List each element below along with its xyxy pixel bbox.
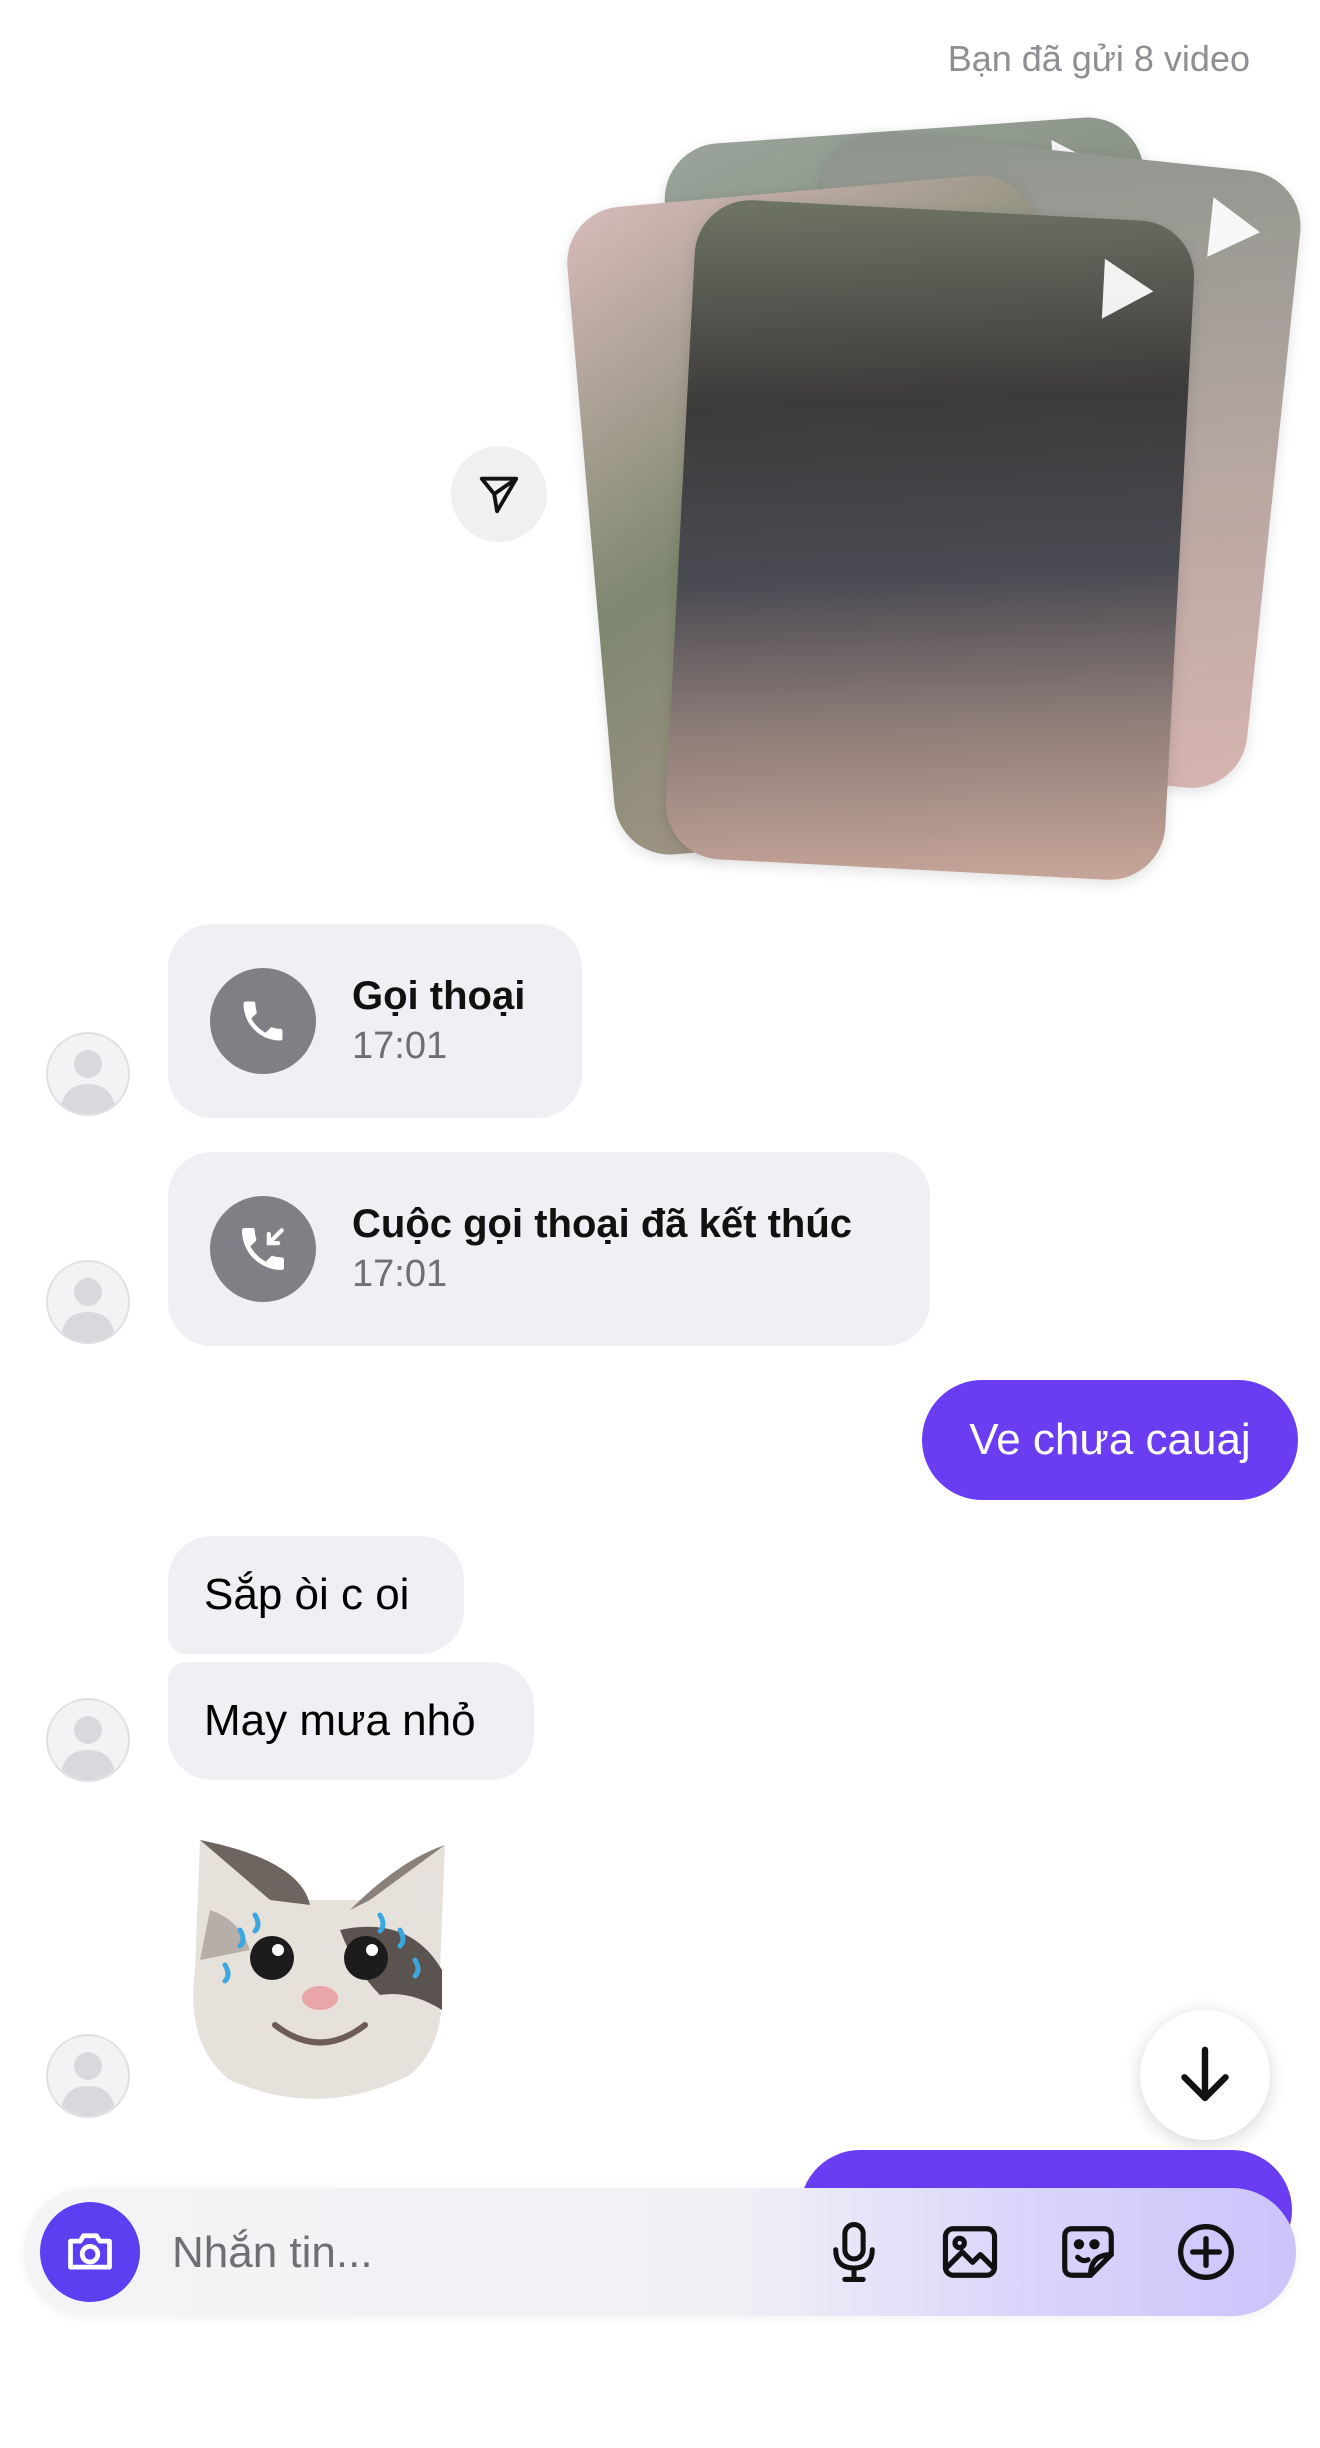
send-icon: [479, 476, 519, 514]
call-title: Cuộc gọi thoại đã kết thúc: [352, 1202, 853, 1246]
plus-circle-icon: [1178, 2224, 1234, 2280]
message-text: Sắp òi c oi: [204, 1570, 410, 1619]
phone-icon: [210, 968, 316, 1074]
phone-incoming-icon: [210, 1196, 316, 1302]
voice-call-bubble[interactable]: Gọi thoại 17:01: [168, 924, 582, 1118]
message-composer: [24, 2188, 1296, 2318]
outgoing-message[interactable]: Ve chưa cauaj: [922, 1380, 1298, 1500]
sent-videos-label: Bạn đã gửi 8 video: [947, 38, 1250, 79]
message-text: May mưa nhỏ: [204, 1696, 476, 1745]
incoming-message[interactable]: Sắp òi c oi: [168, 1536, 464, 1654]
call-time: 17:01: [352, 1253, 448, 1295]
share-button[interactable]: [451, 446, 547, 542]
play-icon: [1101, 258, 1155, 322]
call-time: 17:01: [352, 1025, 448, 1067]
camera-icon: [68, 2233, 112, 2270]
microphone-icon: [833, 2222, 875, 2282]
scroll-to-bottom-button[interactable]: [1140, 2010, 1270, 2140]
avatar[interactable]: [46, 1032, 130, 1116]
avatar[interactable]: [46, 2034, 130, 2118]
play-icon: [1207, 197, 1264, 263]
avatar[interactable]: [46, 1698, 130, 1782]
gallery-button[interactable]: [930, 2212, 1010, 2292]
call-ended-bubble[interactable]: Cuộc gọi thoại đã kết thúc 17:01: [168, 1152, 930, 1346]
more-options-button[interactable]: [1166, 2212, 1246, 2292]
sticker-icon: [1062, 2226, 1114, 2278]
arrow-down-icon: [1181, 2046, 1229, 2102]
message-text: Ve chưa cauaj: [969, 1415, 1251, 1464]
call-title: Gọi thoại: [352, 974, 526, 1018]
sticker-button[interactable]: [1048, 2212, 1128, 2292]
camera-button[interactable]: [40, 2202, 140, 2302]
message-input[interactable]: [170, 2188, 794, 2318]
voice-message-button[interactable]: [814, 2212, 894, 2292]
crying-cat-sticker[interactable]: [180, 1820, 460, 2110]
avatar[interactable]: [46, 1260, 130, 1344]
incoming-message[interactable]: May mưa nhỏ: [168, 1662, 534, 1780]
video-stack[interactable]: [560, 110, 1307, 890]
video-thumbnail[interactable]: [663, 197, 1197, 883]
image-icon: [942, 2226, 998, 2278]
